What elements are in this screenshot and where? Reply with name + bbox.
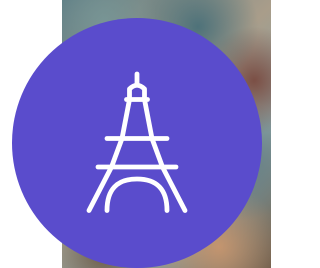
eiffel-tower-icon bbox=[62, 68, 212, 218]
category-badge bbox=[12, 18, 262, 268]
screen bbox=[0, 0, 271, 268]
